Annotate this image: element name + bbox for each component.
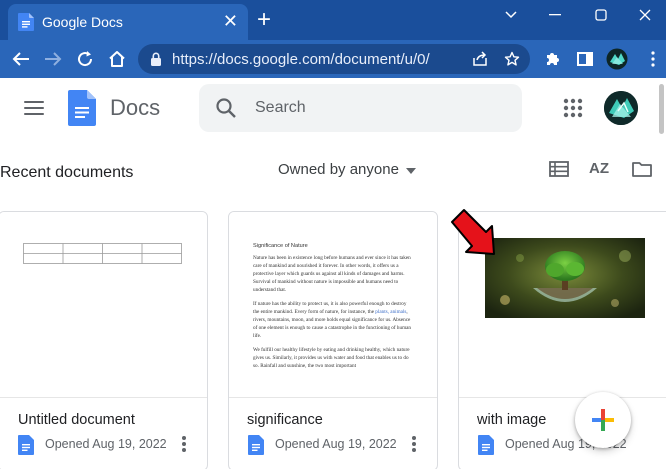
browser-toolbar: https://docs.google.com/document/u/0/ [0,40,666,78]
plus-icon [592,409,614,431]
profile-avatar-small[interactable] [604,46,630,72]
search-input[interactable] [255,96,505,120]
folder-picker-icon[interactable] [631,158,653,180]
forward-arrow-icon[interactable] [40,46,66,72]
tab-close-icon[interactable]: ✕ [223,11,238,31]
document-title: with image [477,412,547,428]
document-preview-text: Significance of Nature Nature has been i… [253,243,412,369]
document-opened-date: Opened Aug 19, 2022 [275,437,397,451]
reload-icon[interactable] [72,46,98,72]
maximize-icon[interactable] [578,0,624,30]
app-name: Docs [110,95,161,120]
document-title: significance [247,412,323,428]
extensions-puzzle-icon[interactable] [540,46,566,72]
sort-az-icon[interactable]: AZ [589,158,611,180]
browser-menu-icon[interactable] [640,46,666,72]
browser-title-bar: Google Docs ✕ + [0,0,666,40]
create-new-document-button[interactable] [575,392,631,448]
home-icon[interactable] [104,46,130,72]
document-title: Untitled document [18,412,135,428]
minimize-icon[interactable] [532,0,578,30]
docs-file-icon [18,435,34,455]
document-card-significance[interactable]: Significance of Nature Nature has been i… [228,211,438,469]
lock-icon [151,52,161,66]
red-arrow-annotation-icon [451,209,495,255]
dropdown-caret-icon[interactable] [406,168,416,174]
side-panel-icon[interactable] [572,46,598,72]
search-icon[interactable] [215,97,237,119]
browser-tab[interactable]: Google Docs ✕ [8,4,248,40]
account-avatar[interactable] [604,91,638,125]
more-options-icon[interactable] [180,434,188,454]
bookmark-star-icon[interactable] [502,49,522,69]
document-thumbnail [0,212,207,397]
document-card-untitled[interactable]: Untitled document Opened Aug 19, 2022 [0,211,208,469]
google-apps-grid-icon[interactable] [562,97,584,119]
docs-favicon-icon [18,13,34,31]
address-url: https://docs.google.com/document/u/0/ [172,51,430,68]
owner-filter-dropdown[interactable]: Owned by anyone [278,161,399,178]
docs-file-icon [478,435,494,455]
document-opened-date: Opened Aug 19, 2022 [45,437,167,451]
docs-file-icon [248,435,264,455]
tab-title: Google Docs [42,14,123,30]
embedded-nature-image [485,238,645,318]
close-window-icon[interactable] [622,0,666,30]
page-scrollbar[interactable] [659,84,664,134]
search-box[interactable] [199,84,522,132]
address-bar[interactable]: https://docs.google.com/document/u/0/ [138,44,530,74]
back-arrow-icon[interactable] [8,46,34,72]
more-options-icon[interactable] [410,434,418,454]
docs-header: Docs [0,78,666,142]
list-view-icon[interactable] [548,158,570,180]
new-tab-icon[interactable]: + [257,7,271,33]
recent-documents-heading: Recent documents [0,164,134,181]
main-menu-icon[interactable] [22,97,46,121]
document-thumbnail: Significance of Nature Nature has been i… [229,212,437,397]
share-icon[interactable] [470,49,490,69]
tab-search-chevron-icon[interactable] [488,0,534,30]
docs-logo-icon [68,90,96,126]
